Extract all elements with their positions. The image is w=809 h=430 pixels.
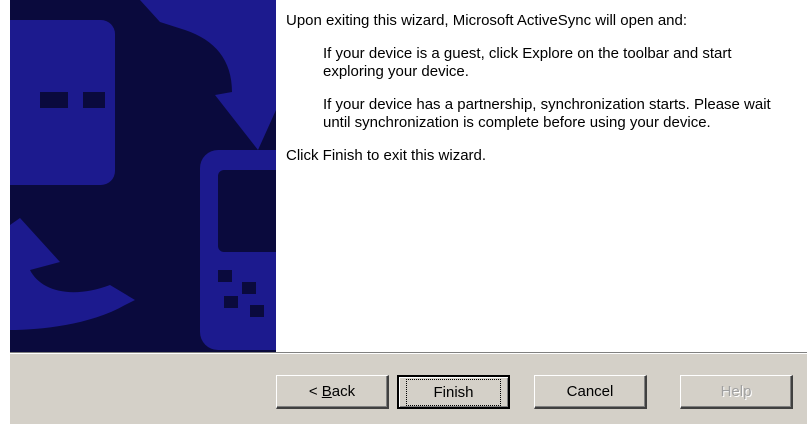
guest-instruction: If your device is a guest, click Explore… <box>323 45 732 80</box>
wizard-dialog: Upon exiting this wizard, Microsoft Acti… <box>10 0 807 424</box>
back-button-rest: ack <box>331 383 356 400</box>
help-button[interactable]: Help <box>680 375 793 409</box>
partnership-instruction: If your device has a partnership, synchr… <box>323 96 771 131</box>
finish-button-label: Finish <box>406 378 501 406</box>
intro-text: Upon exiting this wizard, Microsoft Acti… <box>286 12 688 29</box>
back-button[interactable]: < Back <box>276 375 389 409</box>
finish-instruction: Click Finish to exit this wizard. <box>286 147 487 164</box>
wizard-message: Upon exiting this wizard, Microsoft Acti… <box>286 12 796 165</box>
cancel-button-label: Cancel <box>566 383 614 400</box>
button-separator <box>10 352 807 354</box>
device-sync-illustration <box>10 0 276 352</box>
cancel-button[interactable]: Cancel <box>534 375 647 409</box>
back-button-mnemonic: B <box>321 383 332 400</box>
help-button-label: Help <box>720 383 752 400</box>
back-button-prefix: < <box>308 383 322 400</box>
wizard-content-area: Upon exiting this wizard, Microsoft Acti… <box>10 0 807 352</box>
activesync-banner-image <box>10 0 276 352</box>
finish-button[interactable]: Finish <box>397 375 510 409</box>
